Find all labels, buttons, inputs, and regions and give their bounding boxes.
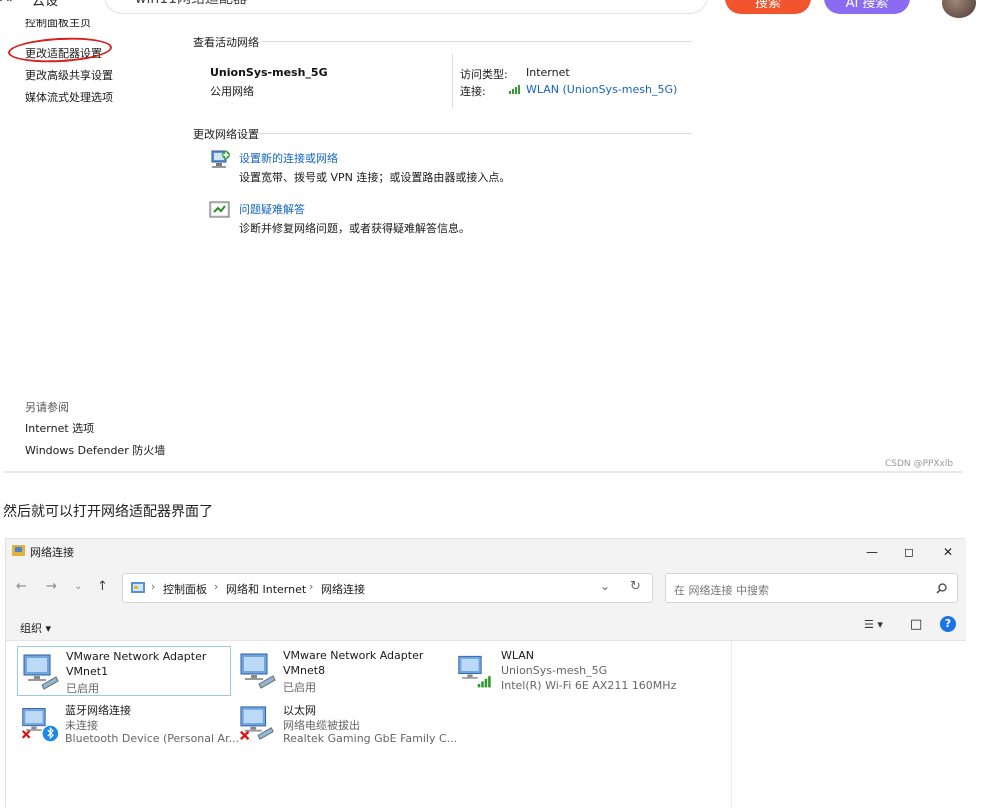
adapter-status: Realtek Gaming GbE Family C... [283, 732, 458, 745]
breadcrumb-separator-icon: › [151, 580, 156, 593]
window-titlebar[interactable]: 网络连接 — ◻ ✕ [6, 539, 966, 565]
cp-media-streaming-link[interactable]: 媒体流式处理选项 [25, 89, 113, 105]
csdn-watermark: CSDN @PPXxlb [885, 459, 954, 469]
adapter-name: 以太网 [283, 704, 316, 717]
adapter-name: WLAN [501, 649, 535, 662]
adapter-status: Intel(R) Wi-Fi 6E AX211 160MHz [501, 679, 677, 692]
search-input[interactable]: 在 网络连接 中搜索 [665, 573, 958, 603]
troubleshoot-icon [209, 201, 230, 218]
bluetooth-adapter-icon [21, 708, 59, 742]
minimize-icon[interactable]: — [862, 542, 882, 562]
network-adapter-icon [23, 654, 59, 690]
connection-link[interactable]: WLAN (UnionSys-mesh_5G) [526, 83, 677, 96]
section-divider [4, 471, 962, 473]
adapter-list: VMware Network Adapter VMnet1 已启用 VMware… [6, 641, 966, 808]
ethernet-adapter-icon [240, 706, 274, 741]
adapter-subname: VMnet1 [66, 665, 109, 678]
adapter-subname: VMnet8 [283, 664, 326, 677]
command-bar: 组织 ▾ ☰ ▾ □ ? [6, 611, 966, 641]
adapter-item-ethernet[interactable]: 以太网 网络电缆被拔出 Realtek Gaming GbE Family C.… [235, 699, 457, 749]
adapter-subname: 网络电缆被拔出 [283, 719, 360, 732]
address-bar[interactable]: › 控制面板 › 网络和 Internet › 网络连接 ⌄ ↻ [122, 573, 653, 603]
network-adapter-icon [240, 653, 276, 689]
refresh-icon[interactable]: ↻ [630, 579, 641, 594]
troubleshoot-desc: 诊断并修复网络问题，或者获得疑难解答信息。 [239, 222, 470, 235]
network-folder-icon [12, 545, 25, 556]
wifi-adapter-icon [458, 655, 491, 688]
browser-top-bar: AI 云设 win11网络适配器 搜索 AI 搜索 [0, 0, 993, 22]
user-avatar[interactable] [942, 0, 976, 18]
view-options-icon[interactable]: ☰ ▾ [864, 618, 883, 631]
browser-label-ai[interactable]: AI [0, 0, 13, 5]
adapter-item-wlan[interactable]: WLAN UnionSys-mesh_5G Intel(R) Wi-Fi 6E … [453, 646, 723, 696]
search-placeholder: 在 网络连接 中搜索 [674, 584, 769, 597]
close-icon[interactable]: ✕ [938, 542, 958, 562]
search-button[interactable]: 搜索 [725, 0, 811, 14]
troubleshoot-link[interactable]: 问题疑难解答 [239, 201, 305, 217]
setup-connection-link[interactable]: 设置新的连接或网络 [239, 150, 338, 166]
back-arrow-icon[interactable]: ← [16, 579, 27, 594]
maximize-icon[interactable]: ◻ [899, 542, 919, 562]
browser-search-query[interactable]: win11网络适配器 [135, 0, 247, 8]
internet-options-link[interactable]: Internet 选项 [25, 420, 94, 436]
breadcrumb-separator-icon: › [309, 580, 314, 593]
firewall-link[interactable]: Windows Defender 防火墙 [25, 442, 165, 458]
cp-change-sharing-link[interactable]: 更改高级共享设置 [25, 67, 113, 83]
wifi-signal-icon [509, 85, 520, 94]
setup-connection-icon [211, 150, 230, 168]
breadcrumb-network-connections[interactable]: 网络连接 [321, 581, 365, 597]
up-arrow-icon[interactable]: ↑ [97, 579, 108, 594]
access-type-label: 访问类型: [460, 68, 508, 81]
active-networks-divider [262, 41, 692, 42]
recent-locations-chevron-icon[interactable]: ⌄ [74, 581, 82, 592]
breadcrumb-network-internet[interactable]: 网络和 Internet [226, 581, 306, 597]
adapter-subname: UnionSys-mesh_5G [501, 664, 608, 677]
network-info-divider [452, 54, 453, 108]
help-icon[interactable]: ? [940, 616, 956, 632]
browser-label-cloud[interactable]: 云设 [32, 0, 58, 9]
browser-search-box[interactable]: win11网络适配器 [104, 0, 708, 14]
control-panel-icon [131, 582, 145, 593]
network-name: UnionSys-mesh_5G [210, 66, 328, 79]
adapter-item-bluetooth[interactable]: 蓝牙网络连接 未连接 Bluetooth Device (Personal Ar… [17, 699, 239, 749]
change-settings-divider [256, 133, 692, 134]
access-type-value: Internet [526, 66, 570, 79]
adapter-name: VMware Network Adapter [66, 650, 207, 663]
network-type: 公用网络 [210, 85, 254, 98]
search-icon[interactable] [936, 583, 947, 594]
ai-search-button[interactable]: AI 搜索 [824, 0, 910, 14]
adapter-item-vmnet8[interactable]: VMware Network Adapter VMnet8 已启用 [235, 646, 449, 696]
active-networks-title: 查看活动网络 [193, 36, 259, 49]
article-caption: 然后就可以打开网络适配器界面了 [3, 504, 213, 520]
see-also-title: 另请参阅 [25, 401, 69, 414]
address-dropdown-icon[interactable]: ⌄ [600, 579, 610, 593]
column-separator [731, 641, 732, 808]
breadcrumb-control-panel[interactable]: 控制面板 [163, 581, 207, 597]
connection-label: 连接: [460, 85, 486, 98]
adapter-subname: 未连接 [65, 719, 98, 732]
organize-menu[interactable]: 组织 ▾ [20, 620, 51, 636]
adapter-status: Bluetooth Device (Personal Ar... [65, 732, 240, 745]
breadcrumb-separator-icon: › [214, 580, 219, 593]
adapter-name: VMware Network Adapter [283, 649, 424, 662]
setup-connection-desc: 设置宽带、拨号或 VPN 连接；或设置路由器或接入点。 [239, 171, 511, 184]
adapter-status: 已启用 [66, 682, 99, 695]
window-title: 网络连接 [30, 546, 74, 559]
preview-pane-icon[interactable]: □ [910, 617, 922, 632]
adapter-status: 已启用 [283, 681, 316, 694]
navigation-bar: ← → ⌄ ↑ › 控制面板 › 网络和 Internet › 网络连接 ⌄ ↻… [6, 565, 966, 611]
network-connections-window: 网络连接 — ◻ ✕ ← → ⌄ ↑ › 控制面板 › 网络和 Internet… [5, 538, 966, 808]
adapter-name: 蓝牙网络连接 [65, 704, 131, 717]
adapter-item-vmnet1[interactable]: VMware Network Adapter VMnet1 已启用 [17, 646, 231, 696]
forward-arrow-icon[interactable]: → [46, 579, 57, 594]
change-settings-title: 更改网络设置 [193, 128, 259, 141]
